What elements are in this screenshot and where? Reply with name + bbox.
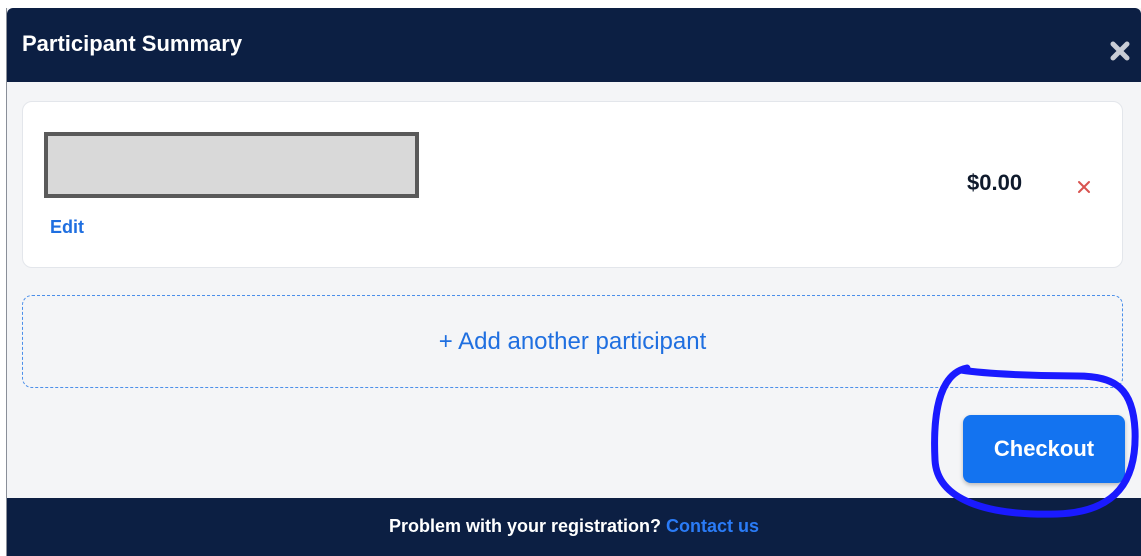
participant-summary-modal: Participant Summary Edit $0.00 + Add ano… [6,8,1141,556]
modal-title: Participant Summary [22,31,243,56]
footer-text: Problem with your registration? Contact … [7,516,1141,537]
checkout-button[interactable]: Checkout [963,415,1125,483]
remove-participant-icon[interactable] [1075,178,1093,196]
contact-us-link[interactable]: Contact us [666,516,759,536]
add-participant-label: + Add another participant [438,327,707,355]
participant-price: $0.00 [967,170,1023,195]
close-icon[interactable] [1108,39,1132,63]
modal-header: Participant Summary [7,8,1141,82]
modal-footer: Problem with your registration? Contact … [7,498,1141,556]
participant-name-redacted [44,132,419,198]
footer-question: Problem with your registration? [388,516,661,536]
participant-card: Edit $0.00 [22,101,1123,268]
add-participant-button[interactable]: + Add another participant [22,295,1123,388]
edit-participant-link[interactable]: Edit [50,217,84,238]
